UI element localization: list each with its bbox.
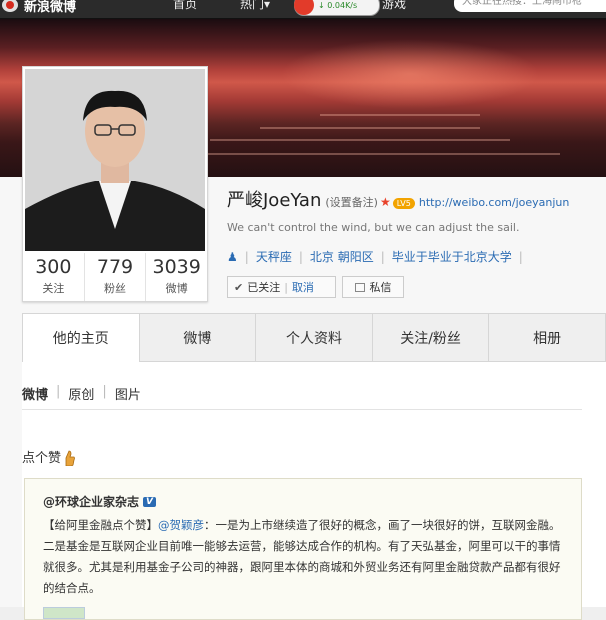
tab-home[interactable]: 他的主页 <box>22 313 140 362</box>
stats-row: 300 关注 779 粉丝 3039 微博 <box>23 253 207 301</box>
nav-home[interactable]: 首页 <box>173 0 197 12</box>
person-icon: ♟ <box>227 249 238 264</box>
network-speed-widget[interactable]: ↓ 0.04K/s <box>294 0 380 16</box>
weibo-eye-icon <box>2 0 18 12</box>
profile-tabs: 他的主页 微博 个人资料 关注/粉丝 相册 <box>22 313 606 362</box>
main-content: 微博 | 原创 | 图片 点个赞 @环球企业家杂志 V 【给阿里金融点个赞】@贺… <box>22 362 606 620</box>
nav-games[interactable]: 游戏 <box>382 0 406 12</box>
weibo-logo[interactable]: 新浪微博 <box>2 0 76 15</box>
feed-filter: 微博 | 原创 | 图片 <box>22 384 141 403</box>
avatar[interactable] <box>25 69 205 251</box>
message-label: 私信 <box>369 281 392 294</box>
repost-card: @环球企业家杂志 V 【给阿里金融点个赞】@贺颖彦：一是为上市继续造了很好的概念… <box>24 478 582 620</box>
tab-info[interactable]: 个人资料 <box>256 313 373 361</box>
tag-constellation[interactable]: 天秤座 <box>256 248 292 265</box>
tag-education[interactable]: 毕业于毕业于北京大学 <box>392 248 512 265</box>
tab-follow-fans[interactable]: 关注/粉丝 <box>372 313 490 361</box>
tab-weibo[interactable]: 微博 <box>139 313 257 361</box>
profile-name: 严峻JoeYan <box>227 190 322 211</box>
logo-text: 新浪微博 <box>24 0 77 15</box>
verified-icon: V <box>143 496 156 507</box>
profile-tags: ♟ | 天秤座 | 北京 朝阳区 | 毕业于毕业于北京大学 | <box>227 248 523 265</box>
tag-location[interactable]: 北京 朝阳区 <box>310 248 374 265</box>
post-image-thumbnail[interactable] <box>43 607 85 619</box>
thumbs-up-icon <box>63 450 75 467</box>
author-link[interactable]: @环球企业家杂志 <box>43 493 139 510</box>
profile-name-row: 严峻JoeYan (设置备注) ★ LV5 http://weibo.com/j… <box>227 186 569 214</box>
followed-label: 已关注 <box>247 281 281 294</box>
stat-posts[interactable]: 3039 微博 <box>146 253 207 301</box>
set-remark-link[interactable]: (设置备注) <box>325 194 378 210</box>
mention-link[interactable]: @贺颖彦 <box>158 518 204 532</box>
feed-section-title: 点个赞 <box>22 447 75 467</box>
stat-fans[interactable]: 779 粉丝 <box>85 253 147 301</box>
filter-all[interactable]: 微博 <box>22 384 48 403</box>
top-nav-bar: 新浪微博 首页 热门▾ ↓ 0.04K/s 游戏 大家正在热搜：上海闹市枪 <box>0 0 606 19</box>
profile-motto: We can't control the wind, but we can ad… <box>227 221 520 234</box>
avatar-card: 300 关注 779 粉丝 3039 微博 <box>22 66 208 302</box>
speed-text: ↓ 0.04K/s <box>318 0 358 10</box>
level-badge[interactable]: LV5 <box>392 198 415 209</box>
followed-button[interactable]: ✔ 已关注 | 取消 <box>227 276 336 298</box>
search-input[interactable]: 大家正在热搜：上海闹市枪 <box>454 0 606 12</box>
checkmark-icon: ✔ <box>234 280 244 294</box>
filter-original[interactable]: 原创 <box>68 384 94 403</box>
message-button[interactable]: 私信 <box>342 276 404 298</box>
stat-following[interactable]: 300 关注 <box>23 253 85 301</box>
post-text: 【给阿里金融点个赞】@贺颖彦：一是为上市继续造了很好的概念，画了一块很好的饼，互… <box>43 518 561 595</box>
unfollow-link[interactable]: 取消 <box>292 279 314 295</box>
speed-indicator-icon <box>294 0 314 15</box>
nav-hot[interactable]: 热门▾ <box>240 0 270 12</box>
profile-url-link[interactable]: http://weibo.com/joeyanjun <box>419 196 570 209</box>
tab-album[interactable]: 相册 <box>489 313 606 361</box>
post-author: @环球企业家杂志 V <box>43 493 156 510</box>
filter-images[interactable]: 图片 <box>115 384 141 403</box>
divider <box>22 409 582 410</box>
envelope-icon <box>354 282 365 292</box>
star-icon: ★ <box>379 195 391 209</box>
